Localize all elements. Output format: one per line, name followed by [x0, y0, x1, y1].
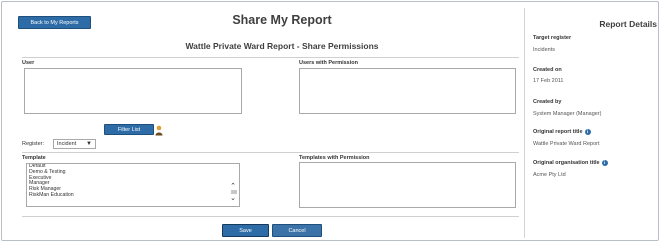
share-report-window: Back to My Reports Share My Report Wattl…	[1, 1, 659, 241]
users-with-permission-list[interactable]	[299, 68, 516, 114]
cancel-button[interactable]: Cancel	[272, 224, 322, 237]
filter-list-button[interactable]: Filter List	[104, 124, 154, 135]
page-title: Share My Report	[232, 13, 332, 27]
back-to-my-reports-button[interactable]: Back to My Reports	[18, 16, 91, 29]
footer-divider	[22, 216, 519, 217]
main-panel: Back to My Reports Share My Report Wattl…	[2, 2, 523, 240]
target-register-value: Incidents	[533, 47, 556, 53]
original-report-title-value: Wattle Private Ward Report	[533, 141, 600, 147]
users-with-permission-label: Users with Permission	[299, 60, 358, 66]
created-on-label: Created on	[533, 67, 562, 73]
register-label: Register:	[22, 141, 45, 147]
chevron-down-icon: ▼	[86, 141, 92, 147]
scroll-up-icon[interactable]: ⌃	[230, 182, 236, 190]
info-icon[interactable]: i	[601, 160, 608, 166]
templates-with-permission-list[interactable]	[299, 162, 516, 208]
section-divider-2	[22, 152, 519, 153]
page-subtitle: Wattle Private Ward Report - Share Permi…	[185, 41, 379, 51]
scroll-down-icon[interactable]: ⌄	[230, 194, 236, 202]
register-select[interactable]: Incident ▼	[53, 139, 96, 149]
templates-with-permission-label: Templates with Permission	[299, 155, 370, 161]
original-report-title-label: Original report title i	[533, 129, 591, 135]
register-selected-value: Incident	[57, 141, 77, 147]
template-label: Template	[22, 155, 46, 161]
target-register-label: Target register	[533, 35, 572, 41]
section-divider	[22, 57, 519, 58]
user-label: User	[22, 60, 35, 66]
list-item[interactable]: RiskMan Education	[27, 192, 239, 199]
template-list[interactable]: Default Demo & Testing Executive Manager…	[26, 163, 240, 207]
user-list[interactable]	[24, 68, 242, 114]
user-icon[interactable]	[155, 125, 163, 136]
save-button[interactable]: Save	[222, 224, 269, 237]
info-icon[interactable]: i	[584, 129, 591, 135]
created-on-value: 17 Feb 2011	[533, 78, 564, 84]
created-by-label: Created by	[533, 99, 562, 105]
panel-divider	[524, 8, 525, 238]
created-by-value: System Manager (Manager)	[533, 111, 602, 117]
original-organisation-title-label: Original organisation title i	[533, 160, 608, 166]
original-organisation-title-value: Acme Pty Ltd	[533, 172, 566, 178]
report-details-title: Report Details	[599, 19, 657, 29]
